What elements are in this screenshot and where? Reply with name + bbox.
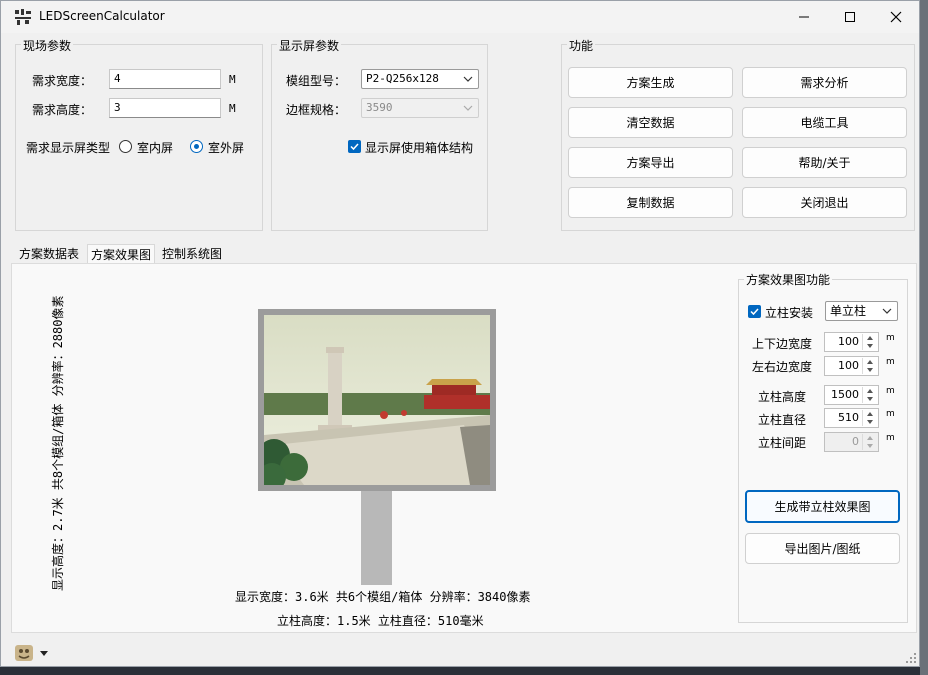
left-right-value: 100 bbox=[838, 359, 859, 372]
effect-functions-title: 方案效果图功能 bbox=[744, 271, 833, 288]
maximize-icon bbox=[845, 12, 855, 22]
effect-functions-group bbox=[738, 279, 908, 623]
outdoor-radio[interactable] bbox=[190, 140, 203, 153]
chevron-down-icon bbox=[882, 308, 892, 314]
export-plan-button[interactable]: 方案导出 bbox=[568, 147, 733, 178]
demand-analysis-button[interactable]: 需求分析 bbox=[742, 67, 907, 98]
copy-data-button[interactable]: 复制数据 bbox=[568, 187, 733, 218]
tab-data-table[interactable]: 方案数据表 bbox=[16, 244, 82, 264]
pillar-caption: 立柱高度：1.5米 立柱直径：510毫米 bbox=[277, 614, 484, 628]
spinner-arrows-icon[interactable] bbox=[862, 334, 877, 350]
site-params-title: 现场参数 bbox=[21, 37, 74, 54]
export-image-button[interactable]: 导出图片/图纸 bbox=[745, 533, 900, 564]
pillar-spacing-value: 0 bbox=[852, 435, 859, 448]
screen-type-label: 需求显示屏类型 bbox=[26, 141, 111, 155]
top-bottom-value: 100 bbox=[838, 335, 859, 348]
pillar-height-spinner[interactable]: 1500 bbox=[824, 385, 879, 405]
pillar-spacing-unit: m bbox=[886, 433, 895, 443]
tab-effect-image[interactable]: 方案效果图 bbox=[87, 244, 156, 265]
window-title: LEDScreenCalculator bbox=[39, 9, 165, 23]
close-button[interactable] bbox=[873, 1, 919, 33]
app-window: LEDScreenCalculator 现场参数 需求宽度： 4 M 需求高度：… bbox=[0, 0, 920, 667]
height-label: 需求高度： bbox=[32, 103, 93, 117]
top-bottom-spinner[interactable]: 100 bbox=[824, 332, 879, 352]
pillar-type-select[interactable]: 单立柱 bbox=[825, 301, 898, 321]
close-exit-button[interactable]: 关闭退出 bbox=[742, 187, 907, 218]
pillar-diameter-value: 510 bbox=[838, 411, 859, 424]
top-bottom-label: 上下边宽度 bbox=[752, 337, 813, 351]
frame-select: 3590 bbox=[361, 98, 479, 118]
checkmark-icon bbox=[350, 143, 359, 151]
app-logo-icon bbox=[15, 9, 31, 25]
pillar-install-label[interactable]: 立柱安装 bbox=[765, 304, 813, 321]
pillar-height-value: 1500 bbox=[831, 388, 859, 401]
screen-photo bbox=[264, 315, 490, 485]
width-input[interactable]: 4 bbox=[109, 69, 221, 89]
left-right-unit: m bbox=[886, 357, 895, 367]
height-input[interactable]: 3 bbox=[109, 98, 221, 118]
module-select-value: P2-Q256x128 bbox=[366, 72, 439, 85]
width-caption: 显示宽度：3.6米 共6个模组/箱体 分辨率：3840像素 bbox=[235, 590, 531, 604]
pillar-diameter-spinner[interactable]: 510 bbox=[824, 408, 879, 428]
help-about-button[interactable]: 帮助/关于 bbox=[742, 147, 907, 178]
pillar-diameter-label: 立柱直径 bbox=[758, 413, 807, 427]
width-label: 需求宽度： bbox=[32, 74, 93, 88]
generate-pillar-effect-button[interactable]: 生成带立柱效果图 bbox=[745, 490, 900, 523]
screen-frame bbox=[258, 309, 496, 491]
checkmark-icon bbox=[750, 308, 759, 316]
height-caption: 显示高度：2.7米 共8个模组/箱体 分辨率：2880像素 bbox=[51, 295, 65, 591]
module-label: 模组型号： bbox=[286, 74, 347, 88]
title-bar[interactable]: LEDScreenCalculator bbox=[1, 1, 919, 33]
pillar-spacing-label: 立柱间距 bbox=[758, 436, 807, 450]
spinner-arrows-icon[interactable] bbox=[862, 410, 877, 426]
spinner-arrows-icon[interactable] bbox=[862, 387, 877, 403]
chevron-down-icon bbox=[463, 105, 473, 111]
minimize-icon bbox=[799, 16, 809, 18]
close-icon bbox=[890, 11, 902, 23]
generate-plan-button[interactable]: 方案生成 bbox=[568, 67, 733, 98]
frame-select-value: 3590 bbox=[366, 101, 393, 114]
left-right-spinner[interactable]: 100 bbox=[824, 356, 879, 376]
minimize-button[interactable] bbox=[781, 1, 827, 33]
outdoor-label[interactable]: 室外屏 bbox=[208, 139, 244, 156]
spinner-arrows-icon bbox=[862, 434, 877, 450]
frame-label: 边框规格： bbox=[286, 103, 347, 117]
indoor-radio[interactable] bbox=[119, 140, 132, 153]
functions-title: 功能 bbox=[567, 37, 596, 54]
height-unit: M bbox=[229, 102, 236, 115]
dropdown-arrow-icon[interactable] bbox=[40, 651, 48, 657]
cable-tool-button[interactable]: 电缆工具 bbox=[742, 107, 907, 138]
left-right-label: 左右边宽度 bbox=[752, 360, 813, 374]
cabinet-label[interactable]: 显示屏使用箱体结构 bbox=[365, 139, 473, 156]
clear-data-button[interactable]: 清空数据 bbox=[568, 107, 733, 138]
maximize-button[interactable] bbox=[827, 1, 873, 33]
user-menu-button[interactable] bbox=[13, 643, 35, 663]
width-unit: M bbox=[229, 73, 236, 86]
pillar-type-value: 单立柱 bbox=[830, 304, 867, 318]
status-bar bbox=[1, 637, 919, 666]
tab-control-system[interactable]: 控制系统图 bbox=[159, 244, 225, 264]
spinner-arrows-icon[interactable] bbox=[862, 358, 877, 374]
top-bottom-unit: m bbox=[886, 333, 895, 343]
pillar-height-unit: m bbox=[886, 386, 895, 396]
avatar-icon bbox=[15, 645, 33, 661]
pillar-spacing-spinner: 0 bbox=[824, 432, 879, 452]
display-params-title: 显示屏参数 bbox=[277, 37, 342, 54]
pillar-diameter-unit: m bbox=[886, 409, 895, 419]
indoor-label[interactable]: 室内屏 bbox=[137, 139, 173, 156]
cabinet-checkbox[interactable] bbox=[348, 140, 361, 153]
pillar-height-label: 立柱高度 bbox=[758, 390, 807, 404]
pillar-install-checkbox[interactable] bbox=[748, 305, 761, 318]
module-select[interactable]: P2-Q256x128 bbox=[361, 69, 479, 89]
chevron-down-icon bbox=[463, 76, 473, 82]
resize-grip-icon[interactable] bbox=[905, 652, 917, 664]
pillar bbox=[361, 489, 392, 585]
